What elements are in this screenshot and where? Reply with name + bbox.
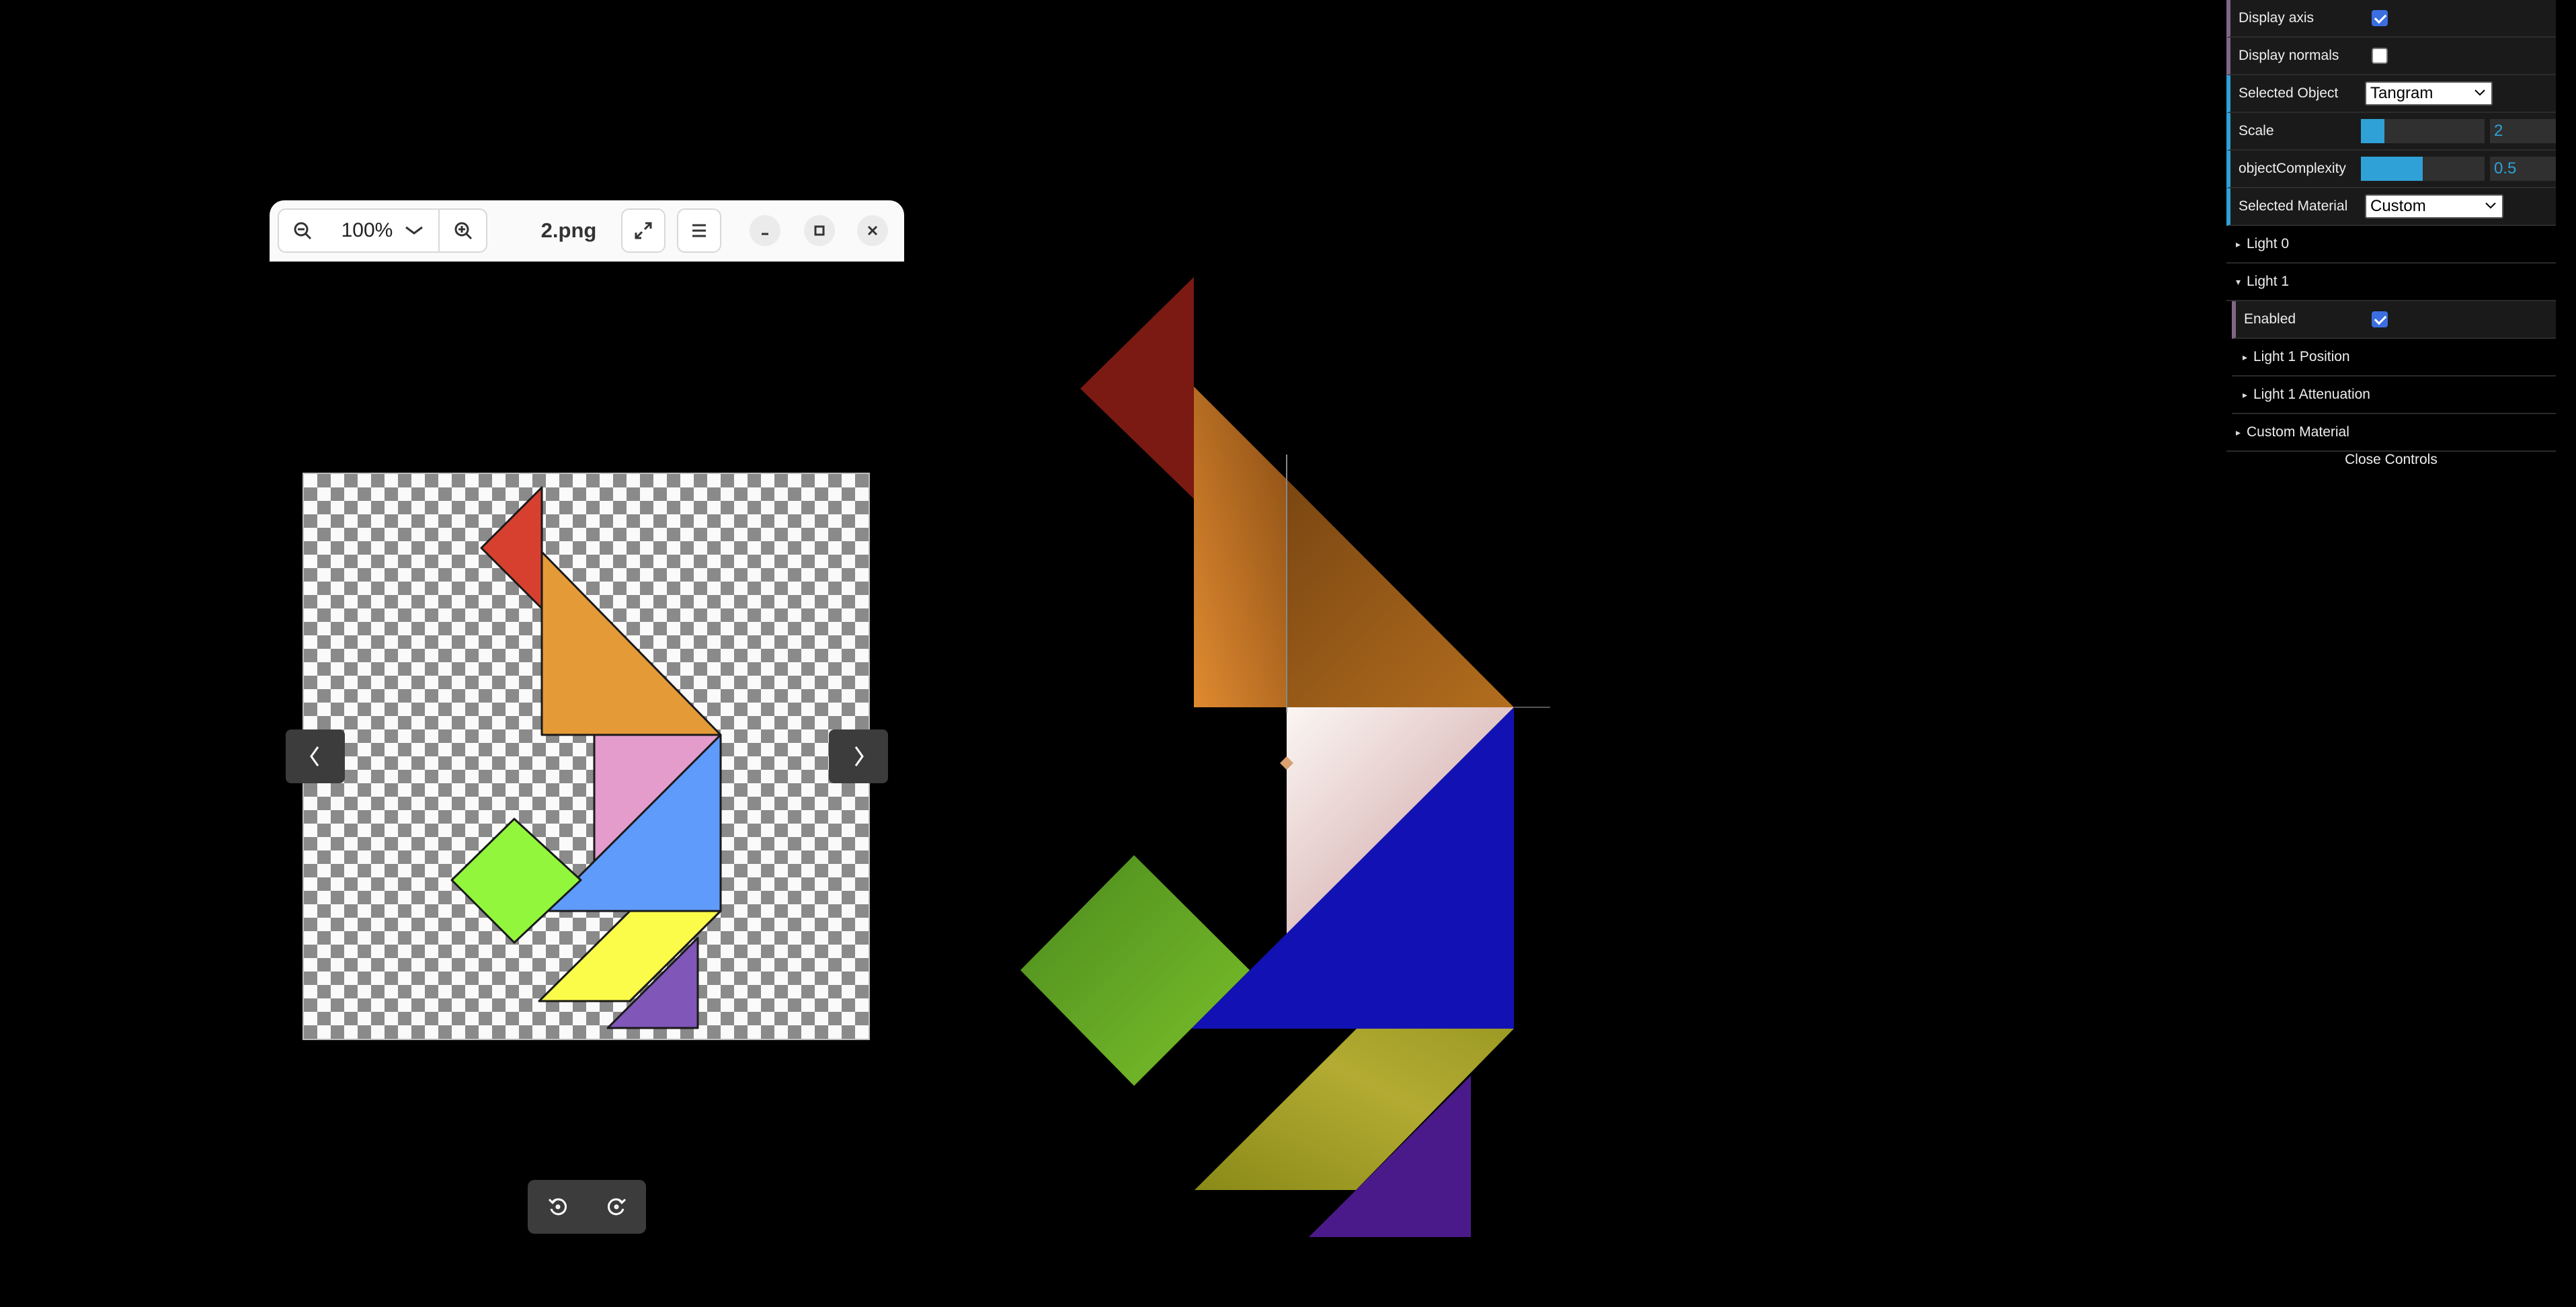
close-button[interactable] (857, 215, 888, 246)
object-complexity-slider-fill (2361, 157, 2423, 181)
folder-light-1-position-label: Light 1 Position (2253, 349, 2350, 364)
selected-material-select[interactable]: Custom (2365, 194, 2503, 219)
hamburger-menu-icon (692, 224, 706, 237)
selected-object-label: Selected Object (2239, 85, 2339, 101)
scene-orange-triangle-right (1287, 479, 1514, 707)
controls-panel: Display axis Display normals Selected Ob… (2226, 0, 2556, 473)
zoom-level-dropdown[interactable]: 100% (325, 208, 440, 253)
chevron-down-icon (405, 226, 424, 235)
chevron-right-icon (854, 746, 864, 766)
close-controls-button[interactable]: Close Controls (2226, 446, 2556, 473)
object-complexity-input[interactable]: 0.5 (2490, 157, 2556, 181)
folder-custom-material-label: Custom Material (2247, 424, 2349, 440)
minimize-button[interactable] (750, 215, 780, 246)
chevron-left-icon (310, 746, 319, 766)
zoom-level-value: 100% (341, 219, 393, 241)
maximize-button[interactable] (804, 215, 835, 246)
light-1-enabled-label: Enabled (2244, 311, 2296, 327)
rotate-left-button[interactable] (545, 1193, 571, 1220)
scale-row: Scale 2 (2226, 113, 2556, 151)
display-axis-checkbox[interactable] (2372, 10, 2388, 26)
zoom-out-icon (294, 222, 311, 240)
scene-green-square (1020, 855, 1250, 1086)
object-complexity-slider[interactable] (2361, 157, 2485, 181)
caret-down-icon: ▾ (2236, 276, 2241, 287)
caret-right-icon: ▸ (2236, 426, 2241, 438)
caret-right-icon: ▸ (2243, 351, 2248, 362)
maximize-icon (814, 225, 825, 236)
scene-orange-triangle-left (1194, 387, 1287, 707)
minimize-icon (762, 233, 768, 235)
light-1-enabled-checkbox[interactable] (2372, 311, 2388, 327)
chevron-down-icon (2485, 202, 2496, 209)
caret-right-icon: ▸ (2243, 389, 2248, 400)
expand-icon (635, 222, 652, 239)
folder-light-1-position[interactable]: ▸ Light 1 Position (2232, 339, 2556, 377)
scale-label: Scale (2239, 123, 2274, 138)
menu-button[interactable] (677, 208, 721, 253)
tangram-image (450, 486, 722, 1029)
folder-light-0-label: Light 0 (2247, 236, 2290, 251)
zoom-in-button[interactable] (438, 208, 487, 253)
orange-triangle (540, 551, 722, 736)
selected-object-select[interactable]: Tangram (2365, 81, 2493, 106)
rotate-right-icon (607, 1198, 627, 1216)
fullscreen-button[interactable] (621, 208, 666, 253)
previous-image-button[interactable] (286, 729, 345, 783)
display-axis-label: Display axis (2239, 10, 2315, 26)
selected-material-value: Custom (2370, 197, 2426, 215)
scale-input[interactable]: 2 (2490, 119, 2556, 143)
rotate-left-icon (548, 1198, 567, 1216)
rotate-toolbar (528, 1180, 646, 1234)
next-image-button[interactable] (829, 729, 888, 783)
selected-material-label: Selected Material (2239, 198, 2348, 214)
scale-slider-fill (2361, 119, 2384, 143)
rotate-right-button[interactable] (603, 1193, 630, 1220)
object-complexity-label: objectComplexity (2239, 161, 2346, 176)
chevron-down-icon (2474, 89, 2485, 96)
green-square (450, 818, 582, 944)
scale-slider[interactable] (2361, 119, 2485, 143)
folder-light-1-attenuation-label: Light 1 Attenuation (2253, 387, 2370, 402)
zoom-out-button[interactable] (278, 208, 327, 253)
viewer-toolbar: 100% 2.png (270, 200, 904, 262)
image-canvas (304, 474, 869, 1039)
webgl-scene[interactable] (995, 255, 1600, 1251)
display-normals-row: Display normals (2226, 38, 2556, 75)
selected-object-value: Tangram (2370, 84, 2433, 102)
selected-material-row: Selected Material Custom (2226, 188, 2556, 226)
red-triangle (480, 486, 543, 610)
light-1-enabled-row: Enabled (2232, 301, 2556, 339)
display-normals-checkbox[interactable] (2372, 48, 2388, 64)
display-normals-label: Display normals (2239, 48, 2339, 63)
file-title: 2.png (540, 219, 597, 242)
object-complexity-row: objectComplexity 0.5 (2226, 151, 2556, 188)
folder-light-0[interactable]: ▸ Light 0 (2226, 226, 2556, 264)
close-icon (867, 225, 878, 236)
scene-red-triangle (1080, 277, 1194, 499)
caret-right-icon: ▸ (2236, 238, 2241, 249)
folder-light-1[interactable]: ▾ Light 1 (2226, 264, 2556, 301)
folder-light-1-attenuation[interactable]: ▸ Light 1 Attenuation (2232, 377, 2556, 414)
selected-object-row: Selected Object Tangram (2226, 75, 2556, 113)
zoom-in-icon (454, 222, 472, 240)
folder-light-1-label: Light 1 (2247, 274, 2290, 289)
display-axis-row: Display axis (2226, 0, 2556, 38)
